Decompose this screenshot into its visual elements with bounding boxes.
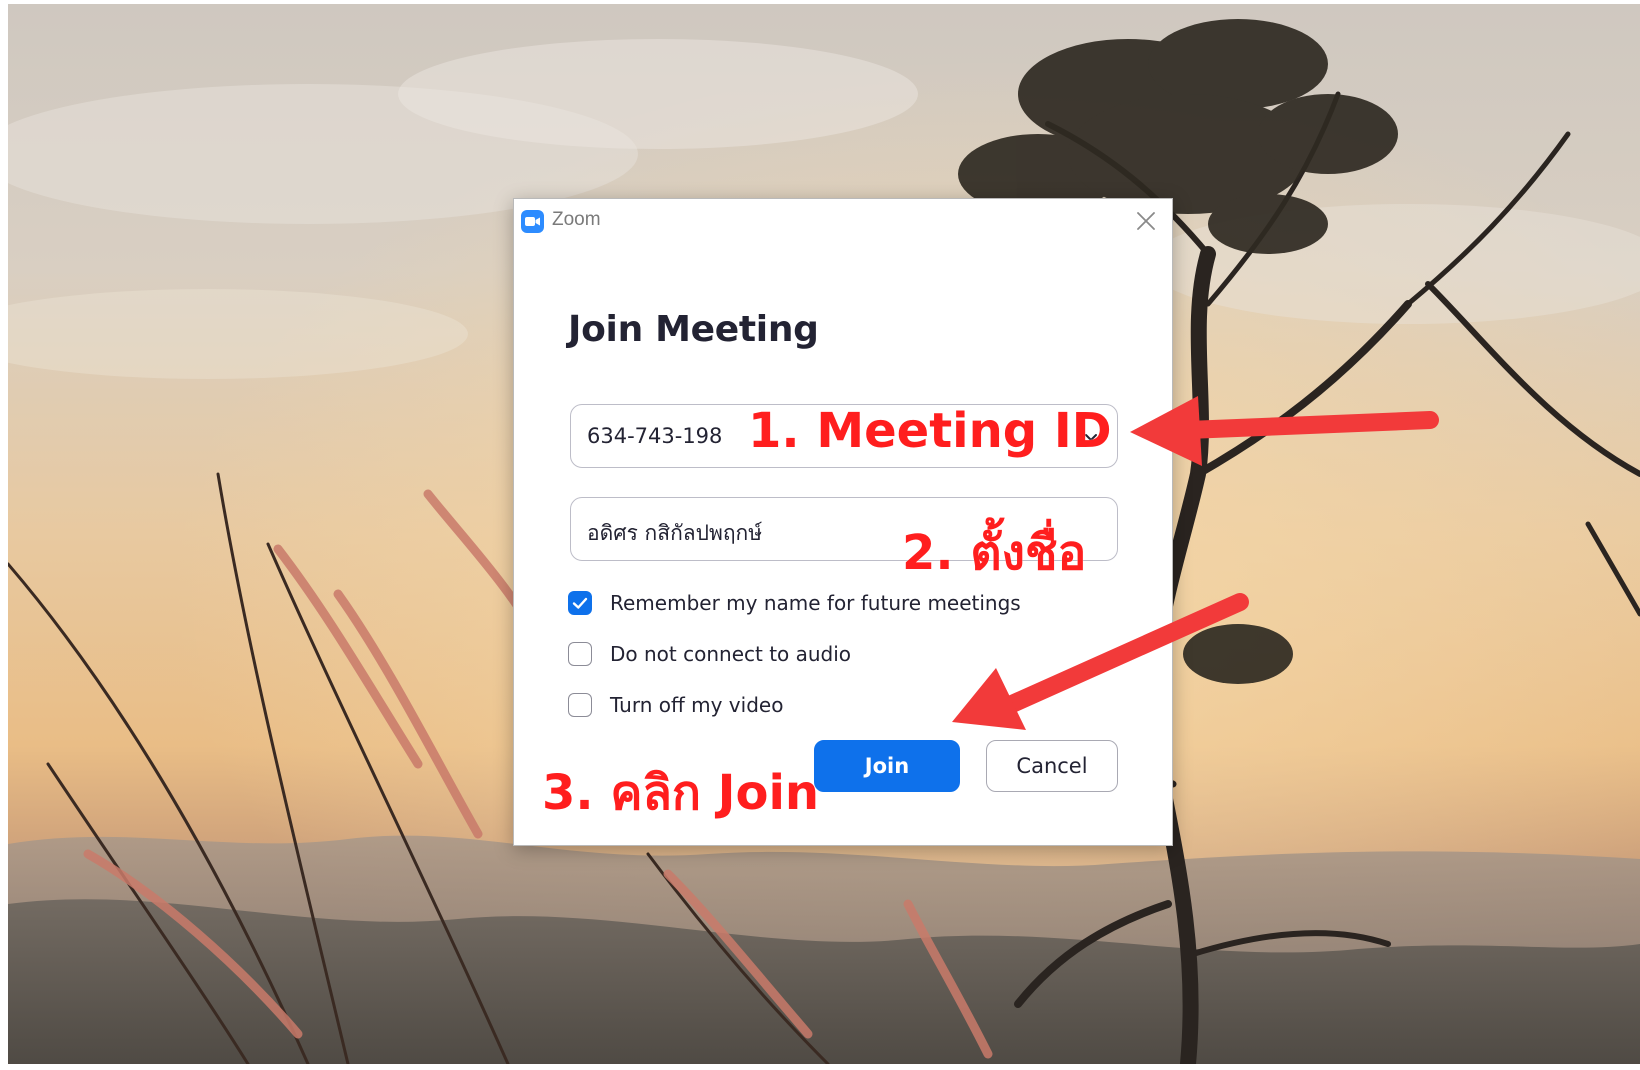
screen: Zoom Join Meeting 634-743-198 อดิศร กสิก… xyxy=(0,0,1640,1070)
remember-name-checkbox[interactable] xyxy=(568,591,592,615)
join-button[interactable]: Join xyxy=(814,740,960,792)
cancel-button[interactable]: Cancel xyxy=(986,740,1118,792)
window-titlebar: Zoom xyxy=(514,199,1172,243)
annotation-step-2: 2. ตั้งชื่อ xyxy=(902,525,1087,581)
no-audio-checkbox[interactable] xyxy=(568,642,592,666)
display-name-value: อดิศร กสิกัลปพฤกษ์ xyxy=(587,521,763,545)
annotation-step-3: 3. คลิก Join xyxy=(542,765,820,821)
video-off-checkbox[interactable] xyxy=(568,693,592,717)
zoom-camera-icon xyxy=(521,210,544,233)
meeting-id-value: 634-743-198 xyxy=(587,424,723,448)
video-off-label: Turn off my video xyxy=(610,693,784,717)
close-icon[interactable] xyxy=(1132,207,1160,235)
remember-name-label: Remember my name for future meetings xyxy=(610,591,1021,615)
no-audio-label: Do not connect to audio xyxy=(610,642,852,666)
dialog-heading: Join Meeting xyxy=(568,309,819,350)
window-title: Zoom xyxy=(552,209,601,230)
annotation-step-1: 1. Meeting ID xyxy=(748,403,1112,459)
checkmark-icon xyxy=(572,597,588,609)
